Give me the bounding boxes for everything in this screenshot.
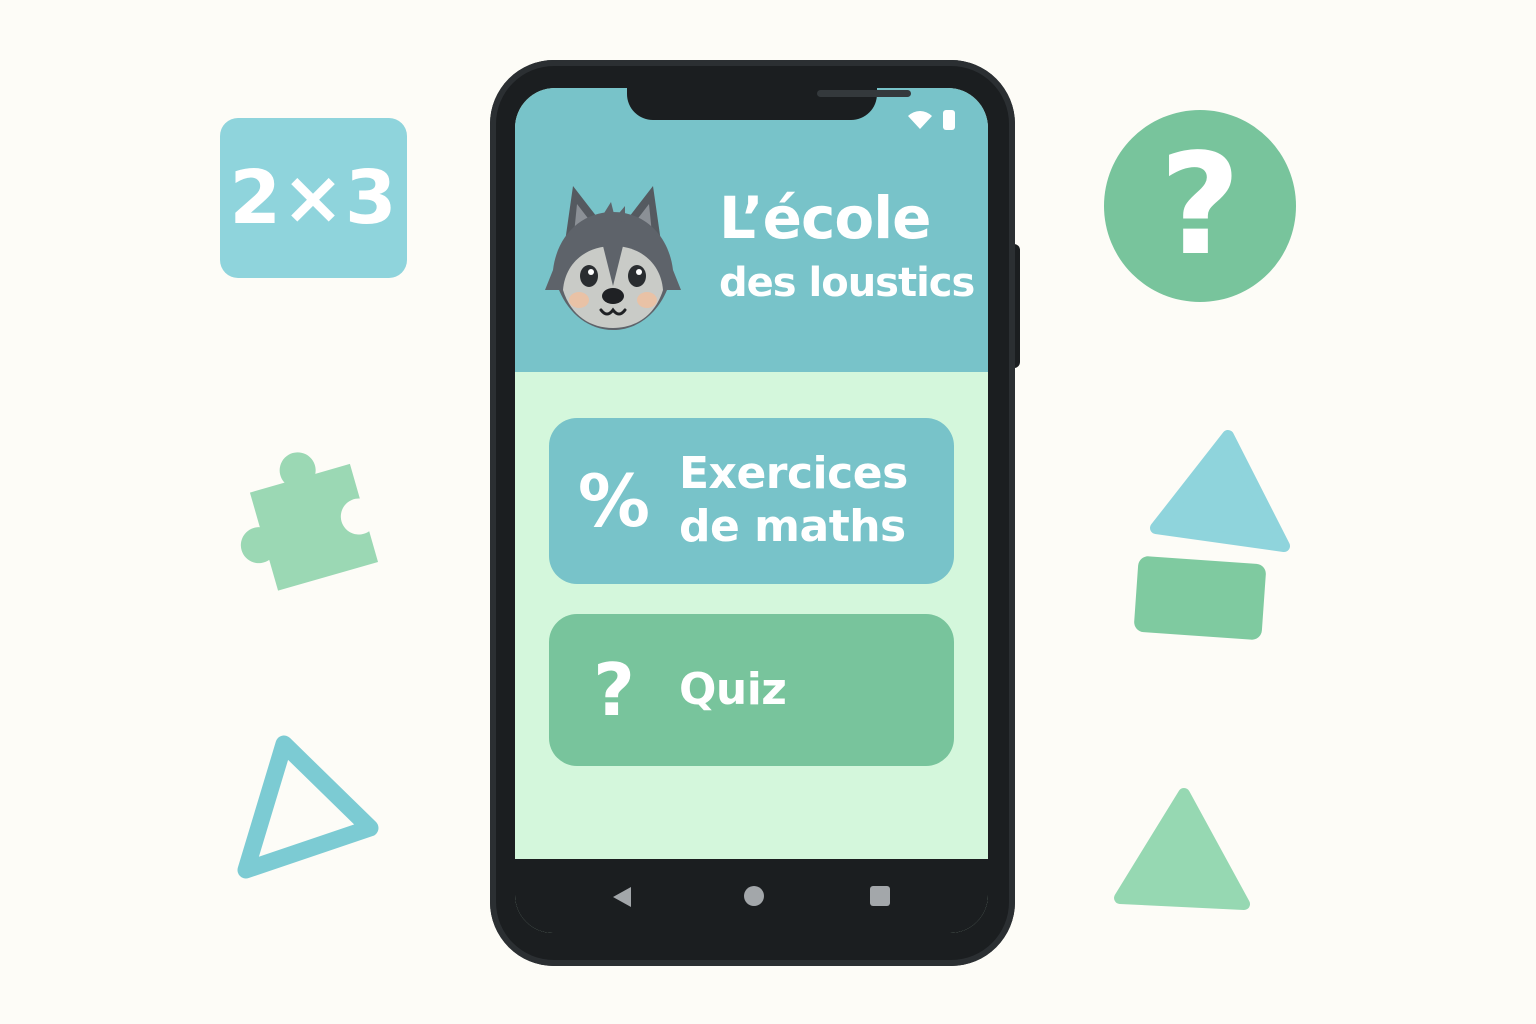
speaker-grille xyxy=(817,90,911,97)
phone-notch xyxy=(627,88,911,120)
battery-icon xyxy=(943,110,955,130)
question-circle-icon: ? xyxy=(1104,110,1296,302)
home-icon[interactable] xyxy=(743,885,765,907)
recent-apps-icon[interactable] xyxy=(869,885,891,907)
phone-screen: L’école des loustics % Exercices de math… xyxy=(515,88,988,933)
triangle-green-icon xyxy=(1114,788,1250,910)
wifi-icon xyxy=(908,111,932,129)
wolf-mascot-icon xyxy=(545,186,681,330)
percent-icon: % xyxy=(577,459,651,543)
math-exercises-label: Exercices de maths xyxy=(679,448,908,552)
triangle-outline-icon xyxy=(237,735,379,879)
app-title: L’école xyxy=(719,184,931,252)
app-header: L’école des loustics xyxy=(515,88,988,372)
math-exercises-button[interactable]: % Exercices de maths xyxy=(549,418,954,584)
quiz-button[interactable]: ? Quiz xyxy=(549,614,954,766)
status-bar xyxy=(907,110,955,130)
rectangle-green-icon xyxy=(1133,555,1267,641)
triangle-blue-icon xyxy=(1150,430,1290,552)
multiplication-tile: 2×3 xyxy=(220,118,407,278)
back-icon[interactable] xyxy=(611,885,633,909)
quiz-label: Quiz xyxy=(679,663,787,715)
puzzle-piece-icon xyxy=(240,452,379,591)
multiplication-text: 2×3 xyxy=(229,155,398,241)
stage: 2×3 ? L’école des loustics % Exercices d… xyxy=(0,0,1536,1024)
navigation-bar xyxy=(515,859,988,933)
phone-frame: L’école des loustics % Exercices de math… xyxy=(490,60,1015,966)
question-mark-icon: ? xyxy=(593,648,635,732)
app-subtitle: des loustics xyxy=(719,260,975,306)
